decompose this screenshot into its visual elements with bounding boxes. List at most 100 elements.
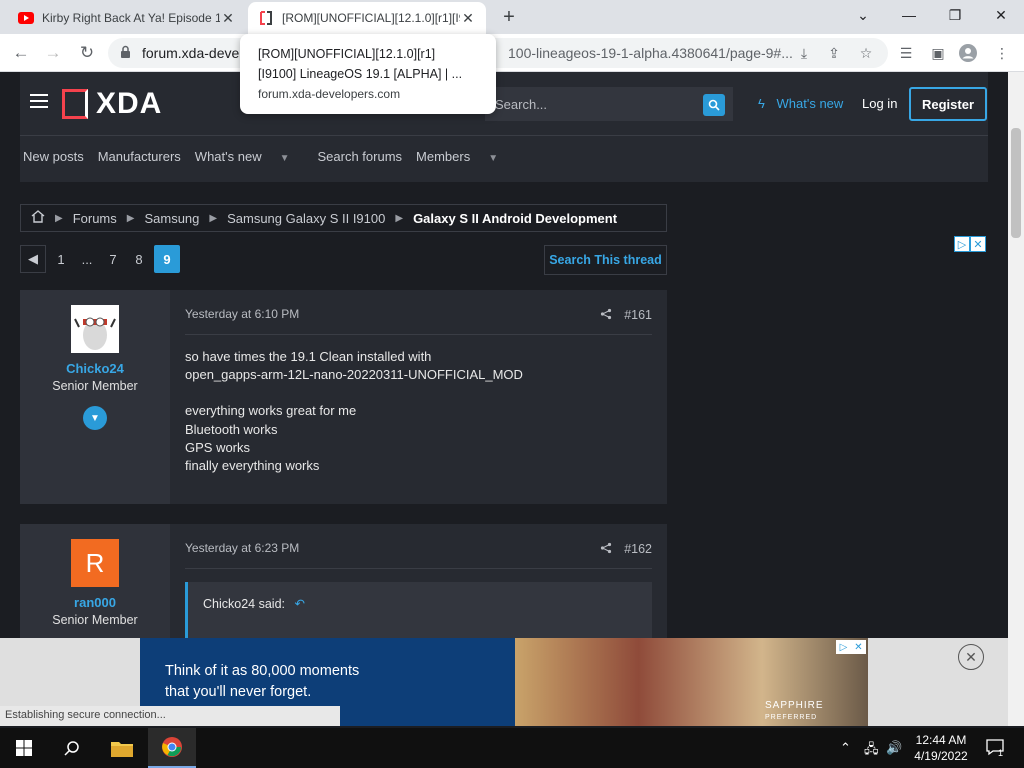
reading-list-icon[interactable]: ☰: [896, 43, 916, 63]
post-number[interactable]: #161: [624, 308, 652, 322]
close-ad-icon[interactable]: ✕: [958, 644, 984, 670]
logo-text: XDA: [96, 87, 163, 120]
chevron-right-icon: ▶: [209, 212, 218, 224]
search-icon[interactable]: [48, 728, 96, 768]
address-bar[interactable]: forum.xda-devel 100-lineageos-19-1-alpha…: [108, 38, 888, 68]
breadcrumb-current[interactable]: Galaxy S II Android Development: [413, 211, 617, 226]
hover-card-title-line2: [I9100] LineageOS 19.1 [ALPHA] | ...: [258, 67, 463, 81]
xda-logo[interactable]: XDA: [62, 87, 163, 120]
post-number[interactable]: #162: [624, 542, 652, 556]
home-icon[interactable]: [31, 210, 45, 226]
profile-icon[interactable]: [958, 43, 978, 63]
ad-close-icon[interactable]: ✕: [851, 640, 866, 654]
chevron-up-icon[interactable]: ⌃: [840, 740, 851, 756]
nav-search-forums[interactable]: Search forums: [318, 149, 403, 164]
install-icon[interactable]: ⤓: [794, 43, 814, 63]
quote-jump-icon[interactable]: ↶: [294, 597, 304, 611]
share-icon[interactable]: ⇪: [824, 43, 844, 63]
side-panel-icon[interactable]: ▣: [928, 43, 948, 63]
windows-taskbar: ⌃ 🖧 🔊 12:44 AM 4/19/2022 1: [0, 728, 1024, 768]
ad-choices[interactable]: ▷ ✕: [836, 640, 866, 654]
post-divider: [185, 568, 652, 569]
share-icon[interactable]: [600, 542, 612, 557]
quote-author-label: Chicko24 said:: [203, 597, 285, 611]
page-scrollbar[interactable]: [1008, 72, 1024, 726]
chrome-icon[interactable]: [148, 728, 196, 768]
file-explorer-icon[interactable]: [98, 728, 146, 768]
page-1[interactable]: 1: [48, 245, 74, 273]
ad-brand-sub: PREFERRED: [765, 714, 818, 721]
search-this-thread-button[interactable]: Search This thread: [544, 245, 667, 275]
post-date[interactable]: Yesterday at 6:23 PM: [185, 541, 299, 555]
close-tab-icon[interactable]: ✕: [460, 10, 476, 27]
scrollbar-thumb[interactable]: [1011, 128, 1021, 238]
nav-manufacturers[interactable]: Manufacturers: [98, 149, 181, 164]
restore-icon[interactable]: ❐: [932, 0, 978, 30]
share-icon[interactable]: [600, 308, 612, 323]
chevron-right-icon: ▶: [395, 212, 404, 224]
close-window-icon[interactable]: ✕: [978, 0, 1024, 30]
ad-choices-icon[interactable]: ▷: [954, 236, 970, 252]
nav-whats-new[interactable]: What's new ▼: [195, 149, 304, 164]
ad-text-line2: that you'll never forget.: [165, 684, 312, 700]
page-8[interactable]: 8: [126, 245, 152, 273]
breadcrumb-samsung[interactable]: Samsung: [144, 211, 199, 226]
site-search-input[interactable]: Search...: [485, 87, 733, 121]
search-placeholder: Search...: [495, 97, 548, 112]
hamburger-menu-icon[interactable]: [30, 94, 48, 108]
chevron-down-icon: ▼: [279, 153, 290, 164]
whats-new-link[interactable]: ϟ What's new: [758, 96, 843, 111]
post-text-line: so have times the 19.1 Clean installed w…: [185, 349, 432, 364]
quote-author[interactable]: Chicko24 said: ↶: [203, 596, 305, 611]
avatar[interactable]: [71, 305, 119, 353]
avatar[interactable]: R: [71, 539, 119, 587]
network-icon[interactable]: 🖧: [864, 740, 879, 762]
xda-favicon-icon: [258, 10, 274, 26]
hover-card-title-line1: [ROM][UNOFFICIAL][12.1.0][r1]: [258, 47, 436, 61]
tab-xda[interactable]: [ROM][UNOFFICIAL][12.1.0][r1][I9100] ✕: [248, 2, 486, 34]
forward-arrow-icon[interactable]: →: [42, 42, 64, 64]
user-title: Senior Member: [52, 613, 138, 627]
system-clock[interactable]: 12:44 AM 4/19/2022: [906, 732, 976, 764]
web-page: XDA Search... ϟ What's new Log in Regist…: [0, 72, 1008, 638]
windows-start-icon[interactable]: [0, 728, 48, 768]
page-7[interactable]: 7: [100, 245, 126, 273]
page-9-current[interactable]: 9: [154, 245, 180, 273]
nav-whats-new-label: What's new: [194, 149, 262, 164]
ad-choices-icon[interactable]: ▷: [836, 640, 851, 654]
menu-dots-icon[interactable]: ⋮: [992, 43, 1012, 63]
reload-icon[interactable]: ↻: [76, 42, 98, 64]
nav-members[interactable]: Members ▼: [416, 149, 512, 164]
post-username[interactable]: ran000: [20, 595, 170, 610]
breadcrumb-device[interactable]: Samsung Galaxy S II I9100: [227, 211, 385, 226]
login-link[interactable]: Log in: [862, 96, 897, 111]
search-icon[interactable]: [703, 94, 725, 116]
tab-youtube[interactable]: Kirby Right Back At Ya! Episode 1 ✕: [8, 2, 246, 34]
page-ellipsis[interactable]: ...: [74, 245, 100, 273]
previous-page-icon[interactable]: ◀: [20, 245, 46, 273]
minimize-icon[interactable]: —: [886, 0, 932, 30]
lock-icon[interactable]: [120, 45, 131, 64]
breadcrumb-forums[interactable]: Forums: [73, 211, 117, 226]
tab-hover-card: [ROM][UNOFFICIAL][12.1.0][r1] [I9100] Li…: [240, 34, 496, 114]
pagination: ◀ 1 ... 7 8 9: [20, 245, 180, 273]
volume-icon[interactable]: 🔊: [886, 740, 902, 756]
user-title: Senior Member: [52, 379, 138, 393]
bookmark-star-icon[interactable]: ☆: [856, 43, 876, 63]
post-username[interactable]: Chicko24: [20, 361, 170, 376]
close-tab-icon[interactable]: ✕: [220, 10, 236, 27]
ad-choices[interactable]: ▷ ✕: [954, 236, 986, 252]
hover-card-domain: forum.xda-developers.com: [258, 87, 401, 101]
post-date[interactable]: Yesterday at 6:10 PM: [185, 307, 299, 321]
chevron-right-icon: ▶: [55, 212, 63, 224]
new-tab-button[interactable]: +: [498, 6, 520, 28]
nav-new-posts[interactable]: New posts: [23, 149, 84, 164]
xda-logo-mark-icon: [62, 89, 88, 119]
ad-close-icon[interactable]: ✕: [970, 236, 986, 252]
browser-tab-bar: Kirby Right Back At Ya! Episode 1 ✕ [ROM…: [0, 0, 1024, 34]
tab-search-icon[interactable]: ⌄: [840, 0, 886, 30]
back-arrow-icon[interactable]: ←: [10, 42, 32, 64]
chevron-down-icon[interactable]: ▼: [83, 406, 107, 430]
post-text-line: open_gapps-arm-12L-nano-20220311-UNOFFIC…: [185, 367, 523, 382]
register-button[interactable]: Register: [909, 87, 987, 121]
